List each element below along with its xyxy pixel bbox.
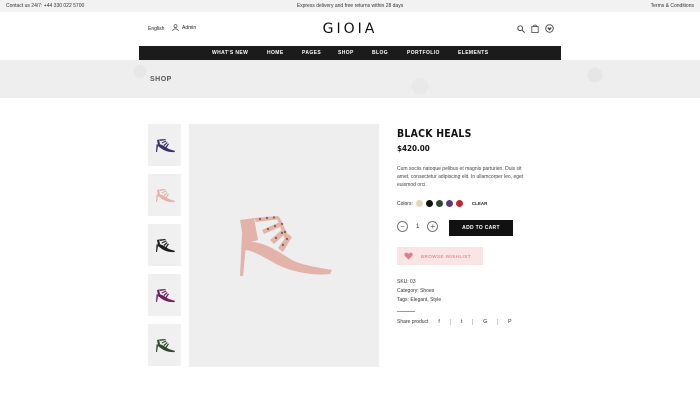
site-header: English Admin GIOIA bbox=[0, 12, 700, 46]
nav-item-shop[interactable]: SHOP bbox=[338, 50, 354, 56]
share-label: Share product bbox=[397, 319, 429, 325]
main-nav: WHAT'S NEW HOME PAGES SHOP BLOG PORTFOLI… bbox=[139, 46, 561, 60]
add-to-cart-button[interactable]: ADD TO CART bbox=[449, 220, 513, 236]
header-icons bbox=[517, 24, 554, 33]
pinterest-icon[interactable]: P bbox=[508, 319, 511, 325]
nav-item-home[interactable]: HOME bbox=[267, 50, 284, 56]
twitter-icon[interactable]: t bbox=[461, 319, 462, 325]
divider bbox=[397, 311, 415, 312]
color-swatch-black[interactable] bbox=[425, 200, 433, 207]
nav-item-blog[interactable]: BLOG bbox=[372, 50, 388, 56]
thumbnail-2[interactable] bbox=[148, 174, 181, 216]
quantity-stepper: − 1 + bbox=[397, 221, 439, 232]
product-description: Cum sociis natoque pelibus et magnis par… bbox=[397, 166, 524, 188]
color-swatch-purple[interactable] bbox=[445, 200, 453, 207]
divider bbox=[449, 319, 451, 325]
color-swatch-red[interactable] bbox=[455, 200, 463, 207]
shoe-thumbnail-image bbox=[155, 189, 175, 203]
shoe-thumbnail-image bbox=[155, 339, 175, 353]
nav-item-portfolio[interactable]: PORTFOLIO bbox=[407, 50, 440, 56]
shoe-thumbnail-image bbox=[155, 289, 175, 303]
shoe-thumbnail-image bbox=[155, 239, 175, 253]
thumbnail-1[interactable] bbox=[148, 124, 181, 166]
tags-text[interactable]: Tags: Elegant, Style bbox=[397, 296, 441, 305]
product-meta: SKU: 03 Category: Shoes Tags: Elegant, S… bbox=[397, 278, 441, 305]
color-swatch-beige[interactable] bbox=[415, 200, 423, 207]
facebook-icon[interactable]: f bbox=[438, 319, 439, 325]
promo-text: Express delivery and free returns within… bbox=[296, 3, 404, 9]
site-logo[interactable]: GIOIA bbox=[0, 21, 700, 37]
google-icon[interactable]: G bbox=[483, 319, 487, 325]
product-price: $420.00 bbox=[397, 144, 430, 153]
thumbnail-3[interactable] bbox=[148, 224, 181, 266]
nav-item-pages[interactable]: PAGES bbox=[302, 50, 321, 56]
color-selector: Colors: CLEAR bbox=[397, 200, 487, 207]
quantity-value[interactable]: 1 bbox=[416, 224, 419, 230]
share-product: Share product f t G P bbox=[397, 319, 511, 325]
cart-icon[interactable] bbox=[531, 24, 539, 33]
top-bar: Contact us 24/7: +44 330 022 5700 Expres… bbox=[0, 0, 700, 12]
main-product-image[interactable] bbox=[189, 124, 379, 367]
sku-text: SKU: 03 bbox=[397, 279, 416, 285]
wishlist-label: BROWSE WISHLIST bbox=[421, 253, 472, 259]
browse-wishlist-button[interactable]: BROWSE WISHLIST bbox=[397, 247, 483, 265]
divider bbox=[497, 319, 499, 325]
decrease-quantity-button[interactable]: − bbox=[397, 221, 408, 232]
shoe-thumbnail-image bbox=[155, 139, 175, 153]
color-swatch-green[interactable] bbox=[435, 200, 443, 207]
page-banner: SHOP bbox=[0, 60, 700, 98]
increase-quantity-button[interactable]: + bbox=[427, 221, 439, 232]
thumbnail-5[interactable] bbox=[148, 324, 181, 366]
thumbnail-4[interactable] bbox=[148, 274, 181, 316]
category-text[interactable]: Category: Shoes bbox=[397, 287, 441, 296]
colors-label: Colors: bbox=[397, 200, 413, 207]
nav-item-whats-new[interactable]: WHAT'S NEW bbox=[212, 50, 248, 56]
product-title: BLACK HEALS bbox=[397, 127, 472, 140]
wishlist-icon[interactable] bbox=[545, 24, 554, 33]
page-title: SHOP bbox=[150, 76, 172, 83]
shoe-image bbox=[240, 215, 332, 276]
clear-colors-link[interactable]: CLEAR bbox=[472, 201, 488, 206]
terms-link[interactable]: Terms & Conditions bbox=[651, 3, 694, 9]
heart-icon bbox=[404, 252, 413, 260]
divider bbox=[472, 319, 474, 325]
nav-item-elements[interactable]: ELEMENTS bbox=[458, 50, 488, 56]
search-icon[interactable] bbox=[517, 24, 525, 33]
